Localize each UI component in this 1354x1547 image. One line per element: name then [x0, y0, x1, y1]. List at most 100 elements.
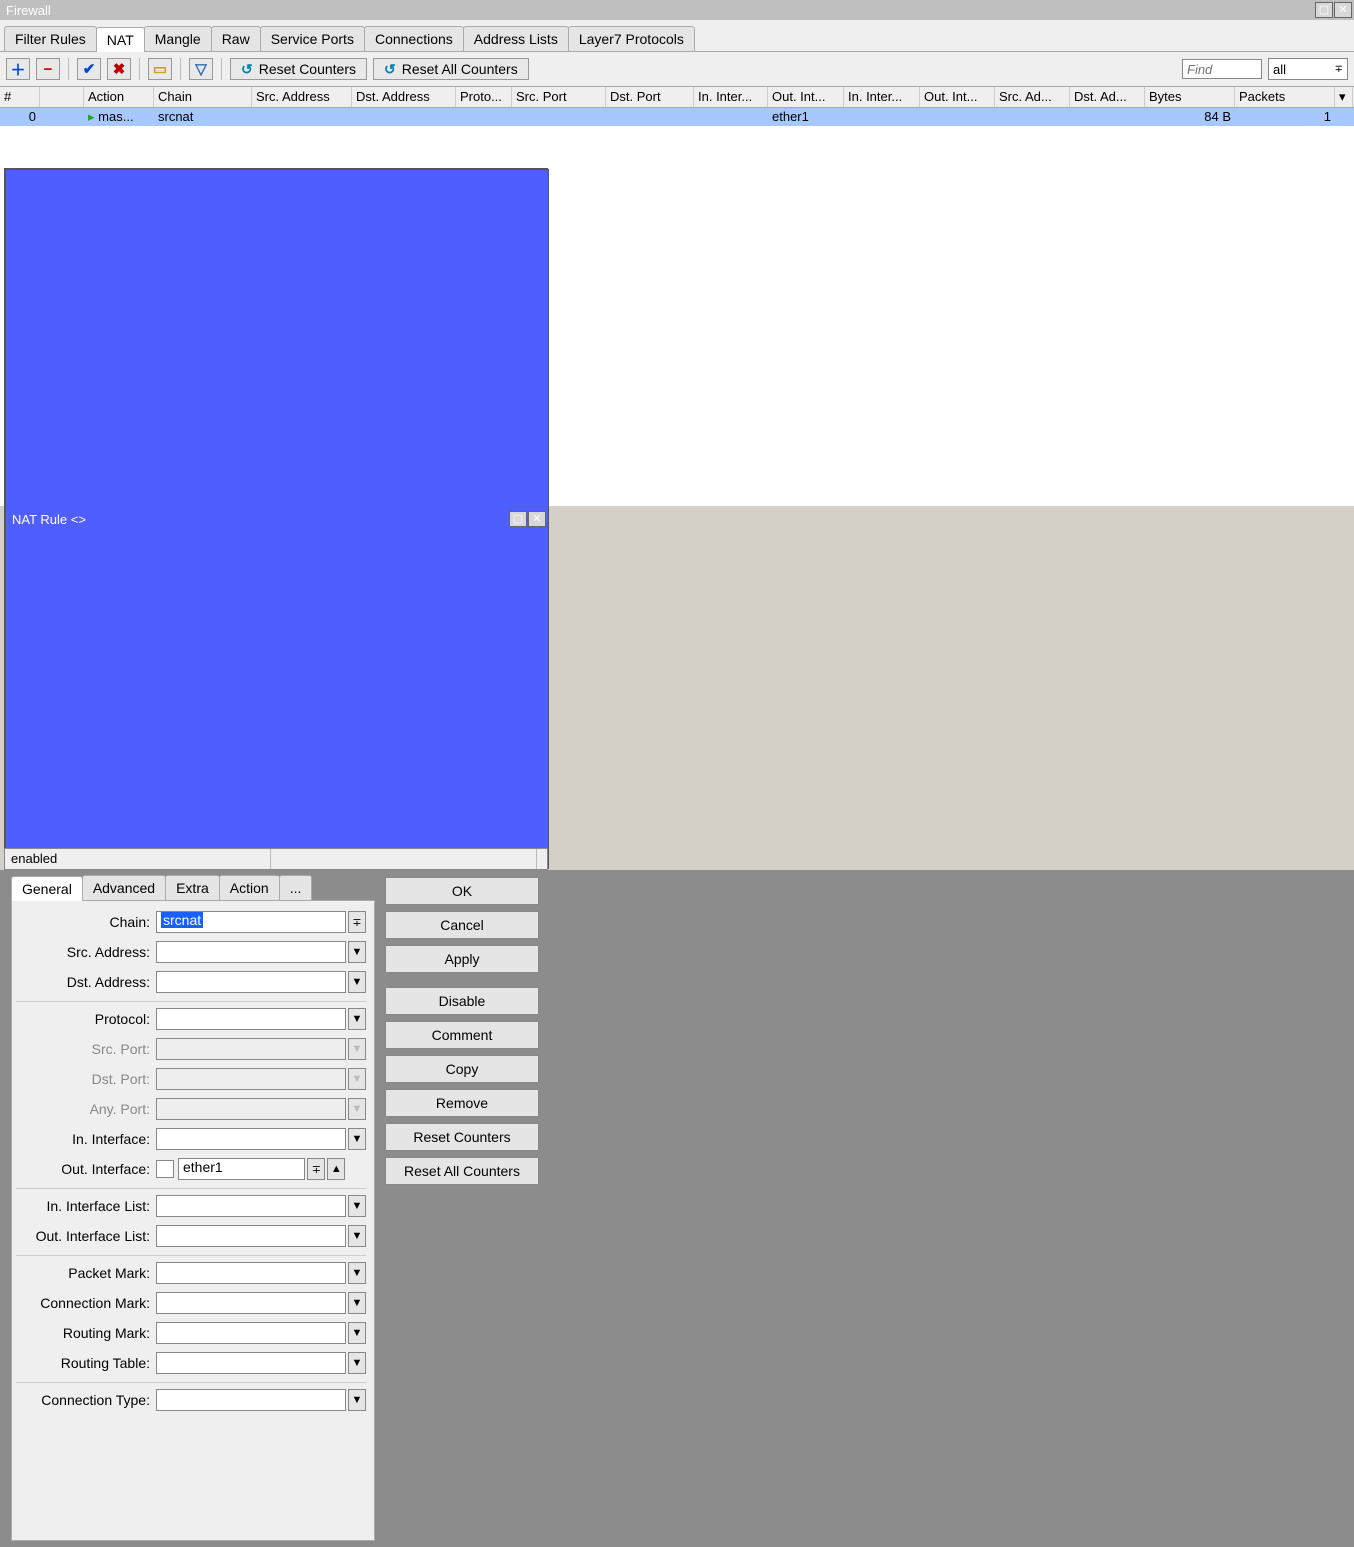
main-close-btn[interactable]: ✕ — [1334, 2, 1352, 18]
dlg-tab-extra[interactable]: Extra — [165, 875, 220, 900]
reset-all-counters-btn[interactable]: ↺ Reset All Counters — [373, 58, 529, 80]
col-blank[interactable] — [40, 87, 84, 107]
out-ifl-toggle-icon[interactable]: ▼ — [348, 1225, 366, 1247]
reset-all-counters-button[interactable]: Reset All Counters — [385, 1157, 539, 1185]
comment-button[interactable]: Comment — [385, 1021, 539, 1049]
col-proto[interactable]: Proto... — [456, 87, 512, 107]
toolbar-sep-4 — [221, 58, 222, 80]
routing-table-label: Routing Table: — [16, 1355, 156, 1371]
dialog-close-btn[interactable]: ✕ — [528, 511, 546, 527]
reset-counters-button[interactable]: Reset Counters — [385, 1123, 539, 1151]
conn-type-label: Connection Type: — [16, 1392, 156, 1408]
protocol-toggle-icon[interactable]: ▼ — [348, 1008, 366, 1030]
in-ifl-toggle-icon[interactable]: ▼ — [348, 1195, 366, 1217]
tab-service-ports[interactable]: Service Ports — [260, 26, 365, 51]
add-icon[interactable]: ＋ — [6, 58, 30, 80]
col-dst-port[interactable]: Dst. Port — [606, 87, 694, 107]
col-num[interactable]: # — [0, 87, 40, 107]
conn-mark-input[interactable] — [156, 1292, 346, 1314]
table-row[interactable]: 0 ▸ mas... srcnat ether1 84 B 1 — [0, 108, 1354, 126]
routing-table-toggle-icon[interactable]: ▼ — [348, 1352, 366, 1374]
any-port-toggle-icon: ▼ — [348, 1098, 366, 1120]
protocol-input[interactable] — [156, 1008, 346, 1030]
conn-type-toggle-icon[interactable]: ▼ — [348, 1389, 366, 1411]
copy-button[interactable]: Copy — [385, 1055, 539, 1083]
out-ifl-input[interactable] — [156, 1225, 346, 1247]
disable-button[interactable]: Disable — [385, 987, 539, 1015]
col-dst-al[interactable]: Dst. Ad... — [1070, 87, 1145, 107]
dst-addr-input[interactable] — [156, 971, 346, 993]
filter-icon[interactable]: ▽ — [189, 58, 213, 80]
main-maximize-btn[interactable]: ▢ — [1315, 2, 1333, 18]
src-addr-input[interactable] — [156, 941, 346, 963]
col-dst-addr[interactable]: Dst. Address — [352, 87, 456, 107]
tab-nat[interactable]: NAT — [96, 27, 145, 52]
dlg-tab-more[interactable]: ... — [279, 875, 313, 900]
disable-icon[interactable]: ✖ — [107, 58, 131, 80]
reset-all-icon: ↺ — [384, 61, 396, 78]
dlg-tab-general[interactable]: General — [11, 876, 83, 901]
remove-button[interactable]: Remove — [385, 1089, 539, 1117]
cell-out-if: ether1 — [768, 108, 844, 126]
cell-packets: 1 — [1235, 108, 1335, 126]
col-bytes[interactable]: Bytes — [1145, 87, 1235, 107]
remove-icon[interactable]: − — [36, 58, 60, 80]
col-packets[interactable]: Packets — [1235, 87, 1335, 107]
status-enabled: enabled — [5, 849, 271, 869]
cell-dst-al — [1070, 108, 1145, 126]
out-if-collapse-icon[interactable]: ▲ — [327, 1158, 345, 1180]
tab-filter-rules[interactable]: Filter Rules — [4, 26, 97, 51]
reset-counters-btn[interactable]: ↺ Reset Counters — [230, 58, 367, 80]
tab-address-lists[interactable]: Address Lists — [463, 26, 569, 51]
conn-type-input[interactable] — [156, 1389, 346, 1411]
out-if-dropdown-icon[interactable]: ∓ — [307, 1158, 325, 1180]
col-in-ifl[interactable]: In. Inter... — [844, 87, 920, 107]
table-header: # Action Chain Src. Address Dst. Address… — [0, 87, 1354, 108]
in-if-input[interactable] — [156, 1128, 346, 1150]
in-if-toggle-icon[interactable]: ▼ — [348, 1128, 366, 1150]
tab-layer7[interactable]: Layer7 Protocols — [568, 26, 695, 51]
routing-mark-input[interactable] — [156, 1322, 346, 1344]
dlg-tab-action[interactable]: Action — [219, 875, 280, 900]
tab-raw[interactable]: Raw — [211, 26, 261, 51]
col-src-al[interactable]: Src. Ad... — [995, 87, 1070, 107]
dialog-title: NAT Rule <> — [12, 512, 86, 527]
col-chain[interactable]: Chain — [154, 87, 252, 107]
comment-icon[interactable]: ▭ — [148, 58, 172, 80]
col-in-if[interactable]: In. Inter... — [694, 87, 768, 107]
in-if-label: In. Interface: — [16, 1131, 156, 1147]
in-ifl-input[interactable] — [156, 1195, 346, 1217]
cell-icon — [40, 108, 84, 126]
col-menu[interactable]: ▾ — [1335, 87, 1353, 107]
src-addr-toggle-icon[interactable]: ▼ — [348, 941, 366, 963]
out-if-invert-check[interactable] — [156, 1160, 174, 1178]
cancel-button[interactable]: Cancel — [385, 911, 539, 939]
tab-connections[interactable]: Connections — [364, 26, 464, 51]
col-action[interactable]: Action — [84, 87, 154, 107]
any-port-label: Any. Port: — [16, 1101, 156, 1117]
col-src-port[interactable]: Src. Port — [512, 87, 606, 107]
conn-mark-toggle-icon[interactable]: ▼ — [348, 1292, 366, 1314]
col-out-if[interactable]: Out. Int... — [768, 87, 844, 107]
filter-combo[interactable]: all ∓ — [1268, 58, 1348, 80]
routing-mark-toggle-icon[interactable]: ▼ — [348, 1322, 366, 1344]
routing-table-input[interactable] — [156, 1352, 346, 1374]
chain-dropdown-icon[interactable]: ∓ — [348, 911, 366, 933]
dst-addr-toggle-icon[interactable]: ▼ — [348, 971, 366, 993]
any-port-input — [156, 1098, 346, 1120]
cell-chain: srcnat — [154, 108, 252, 126]
chain-input[interactable]: srcnat — [156, 911, 346, 933]
tab-mangle[interactable]: Mangle — [144, 26, 212, 51]
ok-button[interactable]: OK — [385, 877, 539, 905]
packet-mark-input[interactable] — [156, 1262, 346, 1284]
dlg-tab-advanced[interactable]: Advanced — [82, 875, 166, 900]
dialog-maximize-btn[interactable]: ▢ — [509, 511, 527, 527]
col-out-ifl[interactable]: Out. Int... — [920, 87, 995, 107]
col-src-addr[interactable]: Src. Address — [252, 87, 352, 107]
cell-src-al — [995, 108, 1070, 126]
enable-icon[interactable]: ✔ — [77, 58, 101, 80]
apply-button[interactable]: Apply — [385, 945, 539, 973]
out-if-input[interactable]: ether1 — [178, 1158, 305, 1180]
packet-mark-toggle-icon[interactable]: ▼ — [348, 1262, 366, 1284]
find-input[interactable] — [1182, 59, 1262, 79]
